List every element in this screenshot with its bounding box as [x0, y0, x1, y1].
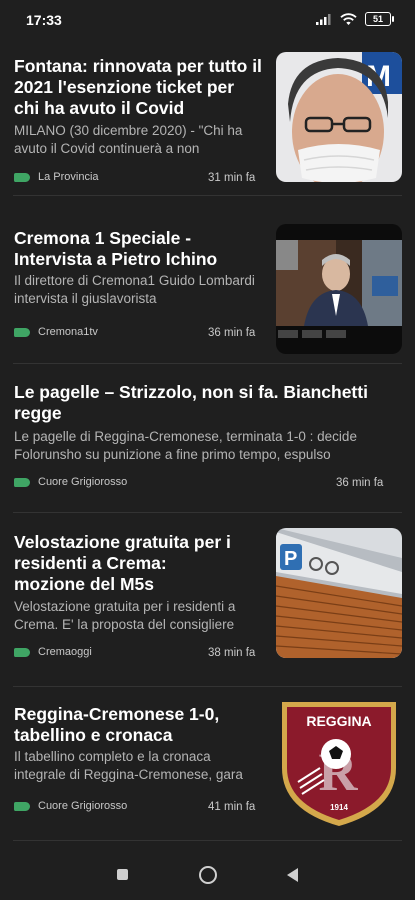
- divider: [13, 840, 402, 841]
- status-time: 17:33: [26, 12, 62, 28]
- status-bar: 17:33 51: [0, 0, 415, 40]
- news-title[interactable]: Fontana: rinnovata per tutto il 2021 l'e…: [14, 56, 264, 119]
- news-thumbnail[interactable]: REGGINA R 1914: [276, 698, 402, 828]
- source-label: Cuore Grigiorosso: [38, 476, 128, 488]
- news-time: 41 min fa: [208, 801, 256, 813]
- tag-icon: [14, 647, 30, 657]
- divider: [13, 195, 402, 196]
- home-button[interactable]: [199, 866, 217, 884]
- news-description: MILANO (30 dicembre 2020) - "Chi ha avut…: [14, 123, 243, 156]
- source-label: La Provincia: [38, 171, 99, 183]
- navigation-bar: [0, 850, 415, 900]
- source-label: Cuore Grigiorosso: [38, 800, 128, 812]
- video-thumbnail: [276, 224, 402, 354]
- back-button[interactable]: [287, 868, 298, 882]
- news-title[interactable]: Reggina-Cremonese 1-0, tabellino e crona…: [14, 704, 244, 746]
- tag-icon: [14, 327, 30, 337]
- divider: [13, 686, 402, 687]
- divider: [13, 512, 402, 513]
- svg-text:P: P: [284, 548, 297, 570]
- news-source[interactable]: Cuore Grigiorosso: [14, 476, 127, 488]
- wifi-icon: [340, 12, 357, 25]
- tag-icon: [14, 477, 30, 487]
- battery-icon: 51: [365, 12, 394, 26]
- news-thumbnail[interactable]: M: [276, 52, 402, 182]
- news-time: 36 min fa: [208, 327, 256, 339]
- signal-icon: [316, 14, 331, 25]
- portrait-thumbnail: M: [276, 52, 402, 182]
- news-time: 36 min fa: [336, 477, 384, 489]
- news-source[interactable]: Cuore Grigiorosso: [14, 800, 127, 812]
- news-time: 38 min fa: [208, 647, 256, 659]
- reggina-logo-year: 1914: [330, 803, 348, 812]
- news-title[interactable]: Cremona 1 Speciale - Intervista a Pietro…: [14, 228, 269, 270]
- news-time: 31 min fa: [208, 172, 256, 184]
- status-icons: 51: [316, 12, 394, 26]
- news-source[interactable]: Cremona1tv: [14, 326, 98, 338]
- source-label: Cremaoggi: [38, 646, 92, 658]
- news-title[interactable]: Le pagelle – Strizzolo, non si fa. Bianc…: [14, 382, 399, 424]
- tag-icon: [14, 172, 30, 182]
- divider: [13, 363, 402, 364]
- news-thumbnail[interactable]: [276, 224, 402, 354]
- reggina-logo: REGGINA R 1914: [282, 702, 396, 826]
- news-description: Il direttore di Cremona1 Guido Lombardi …: [14, 273, 255, 306]
- tag-icon: [14, 801, 30, 811]
- news-source[interactable]: La Provincia: [14, 171, 99, 183]
- reggina-logo-text: REGGINA: [306, 713, 371, 729]
- news-description: Velostazione gratuita per i residenti a …: [14, 599, 236, 632]
- recents-button[interactable]: [117, 869, 128, 880]
- news-title[interactable]: Velostazione gratuita per i residenti a …: [14, 532, 239, 595]
- news-description: Le pagelle di Reggina-Cremonese, termina…: [14, 429, 357, 462]
- source-label: Cremona1tv: [38, 326, 98, 338]
- news-thumbnail[interactable]: P: [276, 528, 402, 658]
- news-description: Il tabellino completo e la cronaca integ…: [14, 749, 243, 782]
- building-thumbnail: P: [276, 528, 402, 658]
- news-source[interactable]: Cremaoggi: [14, 646, 92, 658]
